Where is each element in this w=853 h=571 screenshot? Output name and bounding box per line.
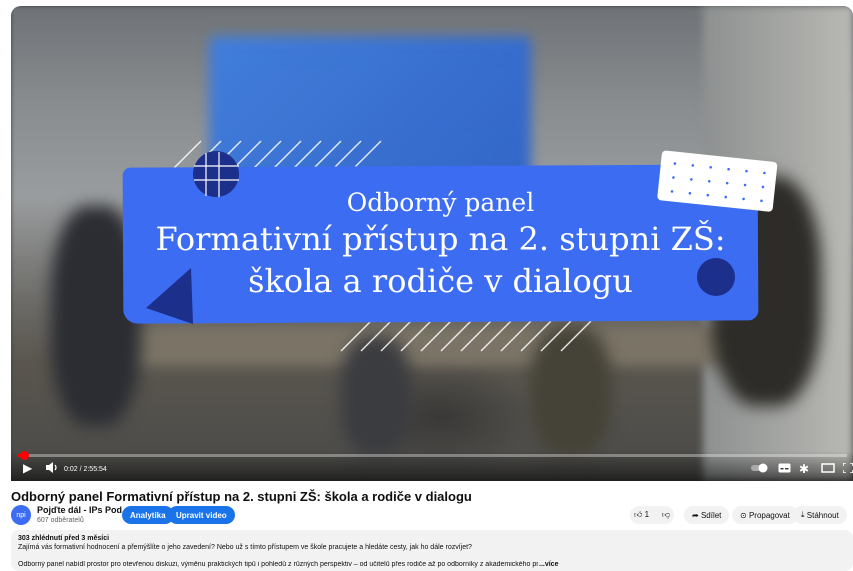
- channel-avatar[interactable]: npi: [11, 505, 31, 525]
- subscriber-count: 607 odběratelů: [37, 517, 84, 524]
- subtitles-icon[interactable]: [778, 463, 791, 473]
- share-icon: ➦: [692, 510, 701, 520]
- volume-icon[interactable]: [46, 462, 59, 473]
- view-count-date: 303 zhlédnutí před 3 měsíci: [18, 535, 110, 542]
- edit-video-button[interactable]: Upravit video: [168, 506, 235, 524]
- channel-name[interactable]: Pojďte dál - IPs Pod...: [37, 505, 129, 515]
- description-box[interactable]: 303 zhlédnutí před 3 měsíci Zajímá vás f…: [11, 530, 853, 571]
- progress-bar[interactable]: [17, 451, 847, 460]
- time-display: 0:02 / 2:55:54: [64, 466, 107, 473]
- share-button[interactable]: ➦ Sdílet: [684, 506, 730, 524]
- overlay-subtitle: Odborný panel: [346, 188, 535, 217]
- video-player[interactable]: Odborný panel Formativní přístup na 2. s…: [11, 6, 853, 481]
- like-count: 1: [644, 510, 650, 519]
- overlay-title-line2: škola a rodiče v dialogu: [248, 262, 633, 300]
- autoplay-toggle[interactable]: [751, 463, 769, 473]
- download-label: Stáhnout: [806, 510, 839, 520]
- promote-label: Propagovat: [748, 510, 790, 520]
- like-dislike-group: 👍︎ 1 👎︎: [630, 506, 674, 524]
- promote-icon: ⊙: [740, 510, 749, 520]
- share-label: Sdílet: [700, 510, 722, 520]
- thumbs-up-icon: 👍︎: [634, 510, 643, 519]
- download-button[interactable]: ⤓ Stáhnout: [793, 506, 847, 524]
- dislike-button[interactable]: 👎︎: [662, 510, 670, 520]
- description-line2: Odborný panel nabídl prostor pro otevřen…: [18, 561, 538, 568]
- settings-gear-icon[interactable]: ✱: [799, 462, 809, 476]
- show-more-link[interactable]: ...více: [539, 561, 558, 568]
- play-icon[interactable]: ▶: [23, 461, 32, 475]
- overlay-title-line1: Formativní přístup na 2. stupni ZŠ:: [155, 220, 726, 258]
- scrubber-handle[interactable]: [20, 451, 29, 460]
- thumbs-down-icon: 👎︎: [661, 510, 670, 519]
- fullscreen-icon[interactable]: [843, 463, 853, 473]
- like-button[interactable]: 👍︎ 1: [634, 510, 649, 520]
- theater-mode-icon[interactable]: [821, 463, 835, 473]
- channel-row: npi Pojďte dál - IPs Pod... 607 odběrate…: [11, 505, 853, 527]
- video-title: Odborný panel Formativní přístup na 2. s…: [11, 489, 472, 504]
- description-line1: Zajímá vás formativní hodnocení a přemýš…: [18, 544, 472, 551]
- promote-button[interactable]: ⊙ Propagovat: [732, 506, 798, 524]
- analytics-button[interactable]: Analytika: [122, 506, 174, 524]
